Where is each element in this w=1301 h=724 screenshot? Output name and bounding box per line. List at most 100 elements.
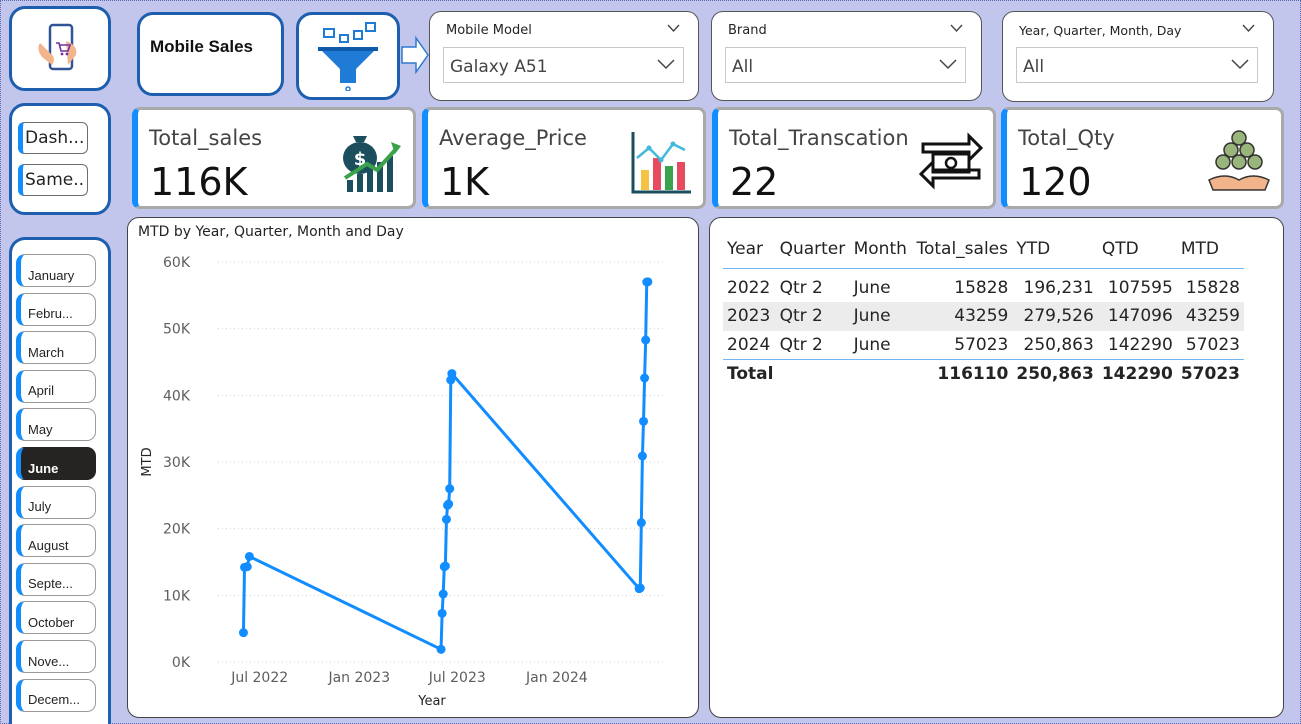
- month-button-march[interactable]: March: [16, 331, 96, 365]
- funnel-filter-icon: [318, 22, 378, 91]
- arrow-right-icon: [401, 35, 429, 75]
- month-button-septe[interactable]: Septe...: [16, 562, 96, 596]
- total-cell: 250,863: [1016, 363, 1094, 384]
- kpi-card-total-sales: Total_sales 116K $: [132, 107, 416, 209]
- nav-button-same-period[interactable]: Same..: [18, 164, 88, 196]
- table-cell: 57023: [954, 334, 1009, 355]
- month-button-july[interactable]: July: [16, 485, 96, 519]
- brand-value: All: [732, 57, 754, 77]
- table-header-row: Year Quarter Month Total_sales YTD QTD MTD: [723, 230, 1244, 268]
- data-point: [444, 499, 454, 509]
- month-button-april[interactable]: April: [16, 369, 96, 403]
- table-cell: Qtr 2: [775, 302, 850, 331]
- table-row[interactable]: 2022 Qtr 2 June 15828 196,231 107595 15828: [723, 268, 1244, 302]
- sales-table: Year Quarter Month Total_sales YTD QTD MTD 2022…: [723, 230, 1244, 388]
- mobile-model-dropdown[interactable]: Galaxy A51: [443, 47, 684, 83]
- data-point: [640, 373, 650, 383]
- data-point: [447, 369, 457, 379]
- data-point: [635, 583, 645, 593]
- column-header[interactable]: QTD: [1098, 230, 1177, 268]
- y-axis-title: MTD: [140, 447, 155, 476]
- month-button-febru[interactable]: Febru...: [16, 292, 96, 326]
- month-button-nove[interactable]: Nove...: [16, 640, 96, 673]
- y-tick-label: 0K: [172, 655, 191, 671]
- month-button-october[interactable]: October: [16, 601, 96, 635]
- month-button-august[interactable]: August: [16, 524, 96, 558]
- total-cell: 116110: [937, 363, 1009, 384]
- kpi-value: 22: [730, 160, 779, 204]
- data-point: [440, 561, 450, 571]
- table-row[interactable]: 2024 Qtr 2 June 57023 250,863 142290 57023: [723, 331, 1244, 360]
- month-button-january[interactable]: January: [16, 254, 96, 287]
- table-cell: 279,526: [1012, 302, 1098, 331]
- data-point: [437, 608, 447, 618]
- table-cell: June: [853, 334, 891, 355]
- column-header[interactable]: Month: [850, 230, 913, 268]
- table-cell: Qtr 2: [779, 278, 823, 299]
- chevron-down-icon: [1231, 59, 1249, 70]
- filter-card: [296, 12, 400, 100]
- kpi-value: 1K: [440, 160, 490, 204]
- kpi-label: Total_sales: [149, 126, 263, 150]
- data-point: [637, 451, 647, 461]
- data-point: [643, 277, 653, 287]
- column-header[interactable]: Year: [723, 230, 776, 268]
- nav-button-dashboard[interactable]: Dash...: [18, 122, 88, 154]
- month-button-may[interactable]: May: [16, 408, 96, 442]
- y-tick-label: 50K: [163, 322, 191, 338]
- total-label: Total: [727, 363, 774, 384]
- table-cell: 107595: [1107, 278, 1173, 299]
- y-tick-label: 40K: [163, 388, 191, 404]
- chevron-down-icon[interactable]: [950, 24, 963, 33]
- data-point: [242, 562, 252, 572]
- navigation-card: Dash... Same..: [9, 103, 111, 215]
- table-row[interactable]: 2023 Qtr 2 June 43259 279,526 147096 43259: [723, 302, 1244, 331]
- brand-label: Brand: [728, 23, 767, 38]
- kpi-label: Total_Qty: [1018, 126, 1115, 150]
- date-hierarchy-label: Year, Quarter, Month, Day: [1019, 23, 1182, 38]
- date-hierarchy-dropdown[interactable]: All: [1016, 47, 1258, 83]
- brand-dropdown[interactable]: All: [725, 47, 966, 83]
- kpi-card-average-price: Average_Price 1K: [422, 107, 706, 209]
- logo-card: [9, 6, 111, 91]
- money-bag-growth-icon: $: [343, 136, 401, 192]
- y-tick-label: 20K: [163, 522, 191, 538]
- chevron-down-icon[interactable]: [1242, 24, 1255, 33]
- total-cell: 57023: [1180, 363, 1240, 384]
- kpi-card-total-transaction: Total_Transcation 22: [712, 107, 996, 209]
- table-cell: 15828: [1185, 278, 1240, 299]
- chevron-down-icon: [657, 59, 675, 70]
- table-cell: June: [853, 278, 891, 299]
- page-title: Mobile Sales: [150, 37, 253, 56]
- y-tick-label: 30K: [163, 455, 191, 471]
- date-hierarchy-value: All: [1023, 57, 1045, 77]
- table-cell: 2024: [727, 334, 771, 355]
- bar-chart-icon: [631, 132, 691, 194]
- table-cell: 43259: [1176, 302, 1244, 331]
- kpi-value: 120: [1019, 160, 1092, 204]
- x-axis-title: Year: [417, 694, 446, 709]
- column-header[interactable]: Quarter: [776, 230, 850, 268]
- table-cell: 147096: [1097, 302, 1177, 331]
- table-cell: 196,231: [1023, 278, 1094, 299]
- x-tick-label: Jan 2024: [525, 670, 588, 686]
- column-header[interactable]: Total_sales: [912, 230, 1012, 268]
- table-cell: 142290: [1107, 334, 1173, 355]
- chevron-down-icon[interactable]: [667, 24, 680, 33]
- month-button-june[interactable]: June: [16, 447, 96, 480]
- mobile-model-label: Mobile Model: [446, 23, 532, 38]
- data-point: [636, 518, 646, 528]
- x-tick-label: Jul 2023: [428, 670, 486, 686]
- column-header[interactable]: MTD: [1177, 230, 1244, 268]
- data-point: [641, 335, 651, 345]
- month-button-decem[interactable]: Decem...: [16, 678, 96, 712]
- chevron-down-icon: [939, 59, 957, 70]
- date-hierarchy-slicer: Year, Quarter, Month, Day All: [1002, 11, 1274, 102]
- y-tick-label: 10K: [163, 588, 191, 604]
- data-point: [441, 514, 451, 524]
- y-tick-label: 60K: [163, 255, 191, 271]
- mtd-line-chart: 0K 10K 20K 30K 40K 50K 60K Jul 2022 Jan 2023 Jul …: [140, 255, 663, 709]
- column-header[interactable]: YTD: [1012, 230, 1097, 268]
- table-cell: 2023: [723, 302, 776, 331]
- data-point: [639, 416, 649, 426]
